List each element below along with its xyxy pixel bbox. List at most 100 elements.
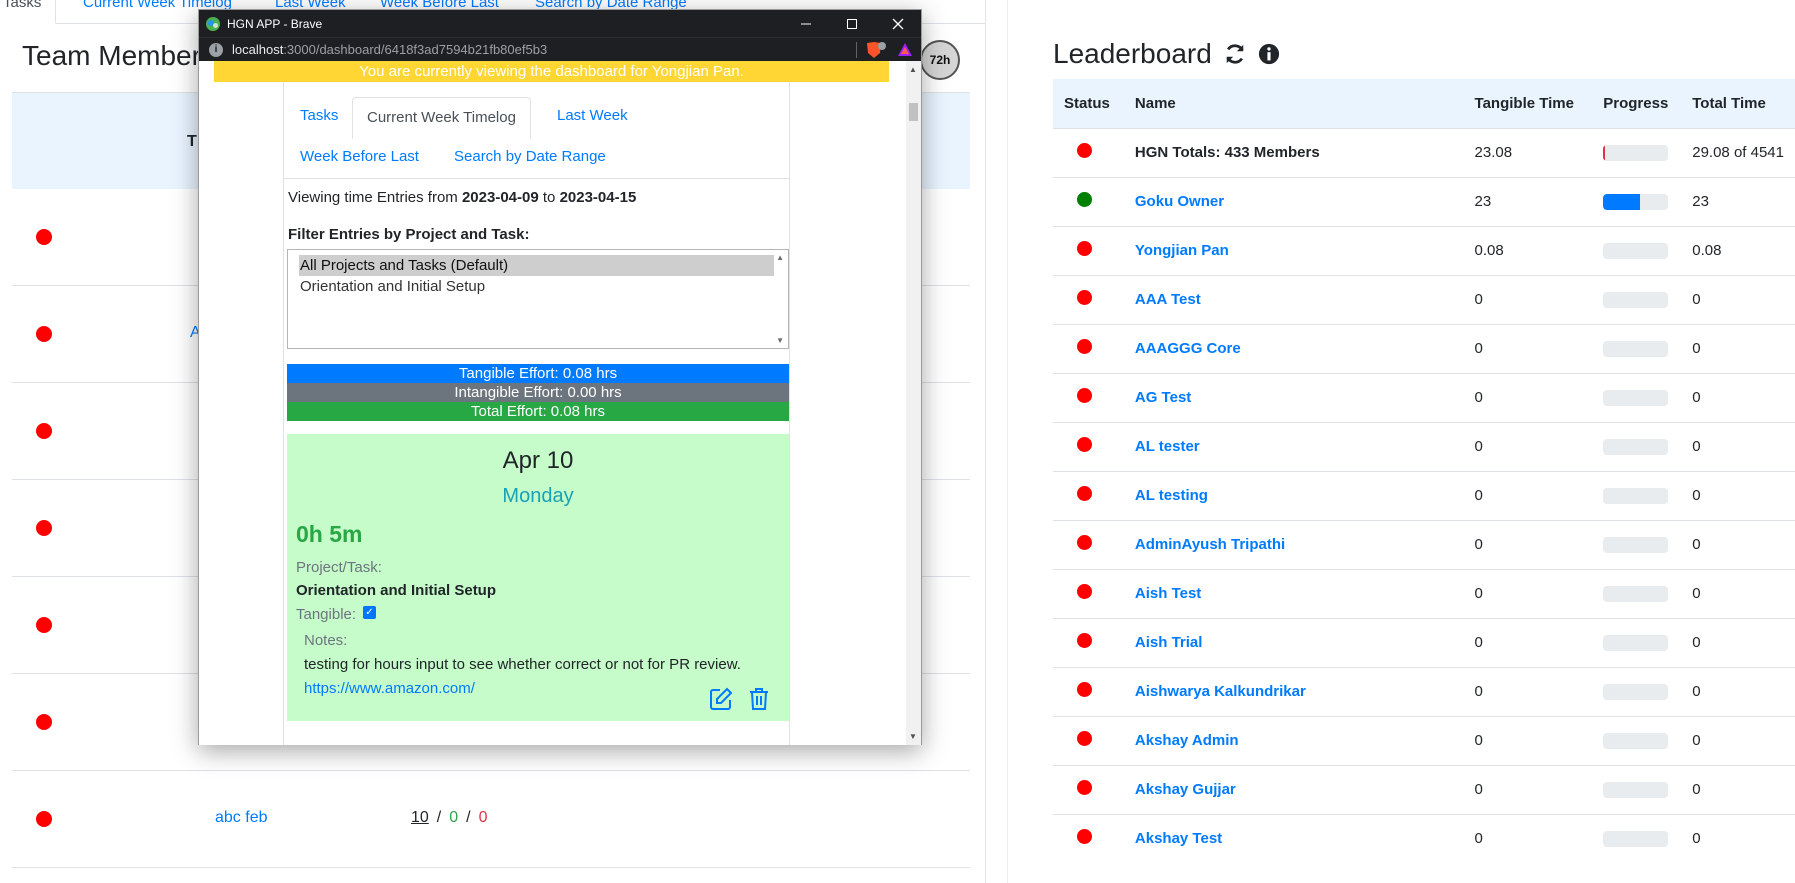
- window-title: HGN APP - Brave: [227, 16, 323, 31]
- minimize-button[interactable]: [783, 10, 829, 37]
- progress-cell: [1592, 813, 1682, 863]
- total-time-cell: 23: [1681, 176, 1795, 226]
- info-icon[interactable]: [1258, 43, 1280, 65]
- progress-cell: [1592, 470, 1682, 520]
- member-name-link[interactable]: AG Test: [1135, 389, 1191, 406]
- progress-cell: [1592, 421, 1682, 471]
- member-name-link[interactable]: AAA Test: [1135, 291, 1201, 308]
- member-name-link[interactable]: Goku Owner: [1135, 193, 1224, 210]
- site-info-icon[interactable]: i: [209, 42, 223, 57]
- scroll-down-icon[interactable]: ▼: [909, 732, 917, 741]
- progress-fill: [1603, 194, 1641, 211]
- window-titlebar: HGN APP - Brave: [199, 10, 921, 37]
- col-tangible: Tangible Time: [1474, 94, 1574, 112]
- url-host: localhost: [232, 42, 284, 57]
- notes-label: Notes:: [304, 632, 348, 649]
- total-time-cell: 0: [1681, 617, 1795, 667]
- col-total: Total Time: [1692, 94, 1766, 112]
- member-name-link[interactable]: Aishwarya Kalkundrikar: [1135, 683, 1306, 700]
- member-name-link[interactable]: AL testing: [1135, 487, 1208, 504]
- hours-part: /: [436, 809, 442, 826]
- col-progress: Progress: [1603, 94, 1669, 112]
- member-name-link[interactable]: AdminAyush Tripathi: [1135, 536, 1285, 553]
- tangible-time-cell: 23.08: [1463, 127, 1593, 177]
- hours-part[interactable]: 10: [411, 809, 429, 826]
- status-cell: [1053, 617, 1124, 667]
- progress-bar: [1603, 537, 1669, 554]
- member-name-link[interactable]: Yongjian Pan: [1135, 242, 1229, 259]
- scroll-thumb[interactable]: [909, 103, 918, 121]
- total-time-cell: 0: [1681, 715, 1795, 765]
- leaderboard-table: Status Name Tangible Time Progress Total…: [1053, 79, 1795, 863]
- bg-tab-tasks[interactable]: Tasks: [0, 0, 57, 24]
- tab-tasks[interactable]: Tasks: [300, 107, 338, 124]
- status-dot: [1077, 731, 1092, 746]
- brave-shield-icon[interactable]: [865, 41, 887, 59]
- member-name-link[interactable]: AL tester: [1135, 438, 1200, 455]
- tab-last-week[interactable]: Last Week: [557, 107, 628, 124]
- popup-window: HGN APP - Brave i localhost:3000/dashboa…: [198, 9, 922, 745]
- url-field[interactable]: localhost:3000/dashboard/6418f3ad7594b21…: [232, 42, 848, 57]
- tangible-time-cell: 0.08: [1463, 225, 1593, 275]
- status-dot: [1077, 682, 1092, 697]
- tab-week-before-last[interactable]: Week Before Last: [300, 148, 419, 165]
- leaderboard-header: Leaderboard: [1053, 38, 1280, 70]
- member-name-link[interactable]: Aish Test: [1135, 585, 1201, 602]
- progress-bar: [1603, 194, 1669, 211]
- leaderboard-row: AL testing 0 0: [1053, 470, 1795, 520]
- timelog-card: Tasks Current Week Timelog Last Week Wee…: [283, 82, 790, 745]
- total-time-cell: 0: [1681, 519, 1795, 569]
- rewards-triangle-icon[interactable]: [897, 42, 913, 58]
- member-name-link[interactable]: Aish Trial: [1135, 634, 1203, 651]
- progress-bar: [1603, 782, 1669, 799]
- tab-search-date-range[interactable]: Search by Date Range: [454, 148, 606, 165]
- leaderboard-row: AdminAyush Tripathi 0 0: [1053, 519, 1795, 569]
- name-cell: Yongjian Pan: [1123, 225, 1464, 275]
- name-cell: Goku Owner: [1123, 176, 1464, 226]
- name-cell: Akshay Test: [1123, 813, 1464, 863]
- status-dot: [36, 714, 52, 730]
- scroll-up-icon[interactable]: ▲: [909, 65, 917, 74]
- popup-scrollbar[interactable]: ▲ ▼: [906, 61, 921, 745]
- progress-cell: [1592, 617, 1682, 667]
- filter-option-all[interactable]: All Projects and Tasks (Default): [299, 255, 774, 276]
- member-name-link[interactable]: Akshay Test: [1135, 830, 1222, 847]
- close-button[interactable]: [875, 10, 921, 37]
- leaderboard-row: Akshay Test 0 0: [1053, 813, 1795, 863]
- maximize-button[interactable]: [829, 10, 875, 37]
- refresh-icon[interactable]: [1224, 43, 1246, 65]
- leaderboard-header-row: Status Name Tangible Time Progress Total…: [1053, 79, 1795, 128]
- viewing-to: to: [542, 189, 556, 206]
- listbox-scroll-down-icon[interactable]: ▼: [776, 336, 784, 345]
- address-bar: i localhost:3000/dashboard/6418f3ad7594b…: [199, 37, 921, 61]
- tangible-effort-bar: Tangible Effort: 0.08 hrs: [287, 364, 789, 383]
- edit-icon[interactable]: [709, 687, 733, 711]
- status-dot: [1077, 535, 1092, 550]
- status-dot: [1077, 388, 1092, 403]
- status-dot: [1077, 486, 1092, 501]
- leaderboard-row: AL tester 0 0: [1053, 421, 1795, 471]
- notes-link[interactable]: https://www.amazon.com/: [304, 680, 475, 697]
- status-cell: [1053, 715, 1124, 765]
- tab-current-week-timelog[interactable]: Current Week Timelog: [352, 97, 531, 139]
- project-task-filter[interactable]: All Projects and Tasks (Default) Orienta…: [287, 249, 789, 349]
- status-cell: [1053, 421, 1124, 471]
- total-time-cell: 0: [1681, 764, 1795, 814]
- member-name-link[interactable]: abc feb: [215, 809, 267, 827]
- tangible-time-cell: 0: [1463, 470, 1593, 520]
- column-divider: [1007, 0, 1008, 883]
- listbox-scroll-up-icon[interactable]: ▲: [776, 253, 784, 262]
- member-name-link[interactable]: Akshay Gujjar: [1135, 781, 1236, 798]
- leaderboard-row: Goku Owner 23 23: [1053, 176, 1795, 226]
- filter-option-orientation[interactable]: Orientation and Initial Setup: [299, 276, 774, 297]
- progress-bar: [1603, 439, 1669, 456]
- trash-icon[interactable]: [749, 687, 769, 711]
- member-name-link[interactable]: AAAGGG Core: [1135, 340, 1241, 357]
- progress-cell: [1592, 372, 1682, 422]
- member-name-link[interactable]: Akshay Admin: [1135, 732, 1239, 749]
- team-member-title: Team Member: [22, 40, 201, 71]
- tangible-checkbox[interactable]: ✓: [363, 606, 376, 619]
- hours-badge[interactable]: 72h: [920, 40, 960, 80]
- tangible-time-cell: 23: [1463, 176, 1593, 226]
- tangible-time-cell: 0: [1463, 323, 1593, 373]
